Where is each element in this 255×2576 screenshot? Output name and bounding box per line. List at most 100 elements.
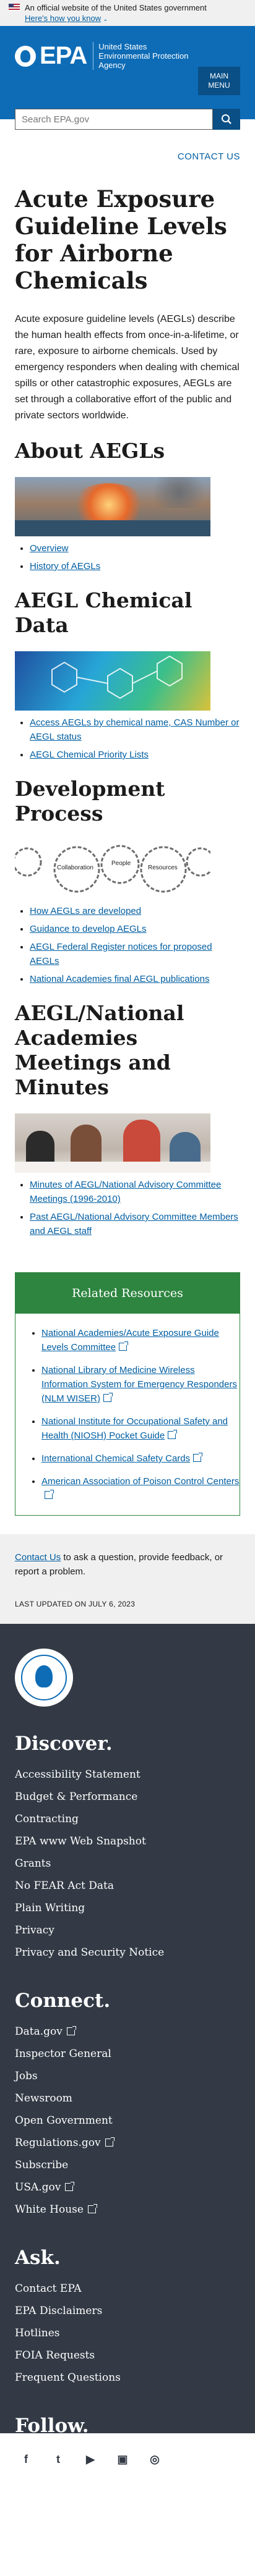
footer-link[interactable]: Jobs: [15, 2070, 38, 2082]
external-link-icon: [105, 2137, 115, 2147]
main-content: Acute Exposure Guideline Levels for Airb…: [0, 185, 255, 1516]
related-link[interactable]: National Academies/Acute Exposure Guide …: [41, 1328, 219, 1353]
search-bar: [15, 109, 240, 130]
gov-banner: An official website of the United States…: [0, 0, 255, 26]
footer-link[interactable]: EPA Disclaimers: [15, 2305, 102, 2317]
us-flag-icon: [9, 4, 20, 11]
access-aegls-link[interactable]: Access AEGLs by chemical name, CAS Numbe…: [30, 717, 239, 742]
facebook-icon[interactable]: f: [15, 2448, 37, 2470]
meetings-heading: AEGL/National Academies Meetings and Min…: [15, 1001, 184, 1099]
footer-link[interactable]: Plain Writing: [15, 1902, 85, 1914]
footer-link[interactable]: USA.gov: [15, 2181, 75, 2194]
footer-link[interactable]: Budget & Performance: [15, 1791, 137, 1803]
official-site-text: An official website of the United States…: [25, 3, 207, 12]
discover-list: Accessibility Statement Budget & Perform…: [15, 1763, 240, 1964]
ask-list: Contact EPA EPA Disclaimers Hotlines FOI…: [15, 2278, 240, 2389]
search-icon: [222, 114, 231, 124]
footer-link[interactable]: Grants: [15, 1857, 51, 1870]
related-link[interactable]: National Library of Medicine Wireless In…: [41, 1365, 237, 1404]
footer-link[interactable]: Accessibility Statement: [15, 1768, 140, 1781]
youtube-icon[interactable]: ▶: [79, 2448, 102, 2470]
how-you-know-link[interactable]: Here's how you know ⌄: [9, 13, 246, 25]
oil-rig-fire-image: [15, 477, 210, 536]
page-title: Acute Exposure Guideline Levels for Airb…: [15, 185, 227, 294]
connect-list: Data.gov Inspector General Jobs Newsroom…: [15, 2021, 240, 2221]
follow-heading: Follow.: [15, 2415, 89, 2437]
footer-link[interactable]: Frequent Questions: [15, 2371, 121, 2384]
social-icons: f t ▶ ▣ ◎: [15, 2448, 240, 2470]
epa-seal-icon: [15, 45, 36, 67]
epa-footer-seal-icon[interactable]: [15, 1649, 73, 1707]
meetings-links: Minutes of AEGL/National Advisory Commit…: [15, 1178, 240, 1238]
chevron-down-icon: ⌄: [103, 16, 108, 23]
chemical-structure-image: [15, 651, 210, 711]
footer-link[interactable]: Newsroom: [15, 2092, 72, 2105]
external-link-icon: [193, 1453, 203, 1462]
about-heading: About AEGLs: [15, 439, 165, 463]
intro-text: Acute exposure guideline levels (AEGLs) …: [15, 314, 240, 421]
footer-link[interactable]: EPA www Web Snapshot: [15, 1835, 146, 1848]
footer-link[interactable]: Data.gov: [15, 2025, 76, 2038]
external-link-icon: [45, 1490, 54, 1499]
gear-label-resources: Resources: [148, 864, 178, 871]
past-members-link[interactable]: Past AEGL/National Advisory Committee Me…: [30, 1212, 238, 1236]
footer-link[interactable]: Subscribe: [15, 2159, 68, 2171]
instagram-icon[interactable]: ◎: [144, 2448, 166, 2470]
footer-link[interactable]: Privacy and Security Notice: [15, 1946, 164, 1959]
external-link-icon: [103, 1393, 113, 1402]
related-link[interactable]: International Chemical Safety Cards: [41, 1453, 203, 1464]
footer-link[interactable]: Hotlines: [15, 2327, 60, 2339]
search-input[interactable]: [15, 109, 213, 130]
footer-link[interactable]: Contracting: [15, 1813, 79, 1825]
related-resources-box: Related Resources National Academies/Acu…: [15, 1272, 240, 1516]
guidance-link[interactable]: Guidance to develop AEGLs: [30, 924, 146, 934]
development-heading: Development Process: [15, 777, 165, 826]
twitter-icon[interactable]: t: [47, 2448, 69, 2470]
external-link-icon: [87, 2204, 97, 2213]
gear-label-people: People: [111, 860, 131, 867]
contact-band: Contact Us to ask a question, provide fe…: [0, 1534, 255, 1624]
ask-heading: Ask.: [15, 2247, 61, 2269]
history-link[interactable]: History of AEGLs: [30, 561, 100, 572]
site-header: EPA United States Environmental Protecti…: [0, 26, 255, 130]
epa-logo[interactable]: EPA United States Environmental Protecti…: [15, 42, 191, 70]
contact-us-bottom-link[interactable]: Contact Us: [15, 1552, 61, 1563]
development-links: How AEGLs are developed Guidance to deve…: [15, 904, 240, 986]
about-links: Overview History of AEGLs: [15, 541, 240, 573]
external-link-icon: [66, 2026, 76, 2035]
how-developed-link[interactable]: How AEGLs are developed: [30, 906, 141, 916]
footer-link[interactable]: White House: [15, 2203, 97, 2216]
gear-label-collaboration: Collaboration: [57, 864, 93, 871]
flickr-icon[interactable]: ▣: [111, 2448, 134, 2470]
footer-link[interactable]: Privacy: [15, 1924, 54, 1936]
footer-link[interactable]: Contact EPA: [15, 2283, 81, 2295]
chemical-data-heading: AEGL Chemical Data: [15, 588, 192, 637]
gears-image: Collaboration People Resources: [15, 840, 210, 899]
contact-us-link[interactable]: CONTACT US: [178, 151, 240, 162]
chemical-data-links: Access AEGLs by chemical name, CAS Numbe…: [15, 716, 240, 762]
footer-link[interactable]: Open Government: [15, 2114, 113, 2127]
priority-lists-link[interactable]: AEGL Chemical Priority Lists: [30, 750, 149, 760]
external-link-icon: [65, 2182, 75, 2191]
external-link-icon: [119, 1341, 129, 1351]
last-updated: LAST UPDATED ON JULY 6, 2023: [15, 1600, 136, 1608]
footer-link[interactable]: FOIA Requests: [15, 2349, 95, 2362]
related-resources-list: National Academies/Acute Exposure Guide …: [15, 1326, 240, 1503]
national-academies-publications-link[interactable]: National Academies final AEGL publicatio…: [30, 974, 209, 984]
search-button[interactable]: [213, 109, 240, 130]
meeting-photo-image: [15, 1113, 210, 1173]
footer-link[interactable]: Regulations.gov: [15, 2137, 115, 2149]
federal-register-link[interactable]: AEGL Federal Register notices for propos…: [30, 942, 212, 966]
site-footer: Discover. Accessibility Statement Budget…: [0, 1624, 255, 2470]
connect-heading: Connect.: [15, 1990, 111, 2012]
external-link-icon: [168, 1430, 178, 1439]
main-menu-button[interactable]: MAIN MENU: [198, 67, 240, 95]
overview-link[interactable]: Overview: [30, 543, 69, 554]
footer-link[interactable]: No FEAR Act Data: [15, 1880, 114, 1892]
related-resources-heading: Related Resources: [15, 1273, 240, 1314]
minutes-link[interactable]: Minutes of AEGL/National Advisory Commit…: [30, 1180, 221, 1204]
related-link[interactable]: National Institute for Occupational Safe…: [41, 1416, 228, 1441]
related-link[interactable]: American Association of Poison Control C…: [41, 1476, 239, 1501]
footer-link[interactable]: Inspector General: [15, 2048, 111, 2060]
discover-heading: Discover.: [15, 1733, 113, 1755]
